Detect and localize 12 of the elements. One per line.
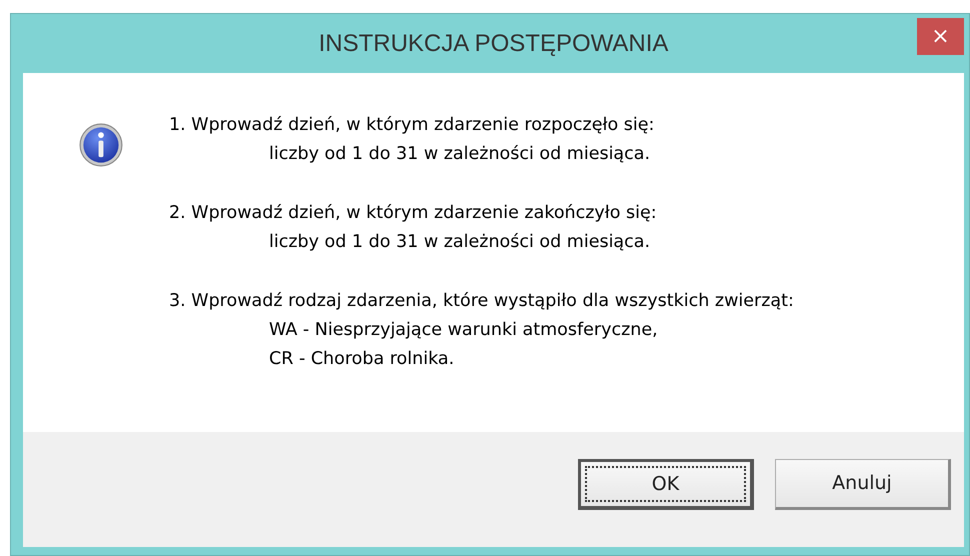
instruction-text: 2. Wprowadź dzień, w którym zdarzenie zakończyło się: xyxy=(169,202,658,224)
instruction-detail: WA - Niesprzyjające warunki atmosferyczne, xyxy=(268,318,659,342)
instruction-text: 3. Wprowadź rodzaj zdarzenia, które wystąpiło dla wszystkich zwierząt: xyxy=(169,290,794,312)
info-icon xyxy=(79,122,123,166)
instruction-detail: liczby od 1 do 31 w zależności od miesiąca. xyxy=(268,230,652,254)
close-button[interactable]: × xyxy=(917,18,964,55)
instruction-text: 1. Wprowadź dzień, w którym zdarzenie rozpoczęło się: xyxy=(169,114,656,136)
window-title: INSTRUKCJA POSTĘPOWANIA xyxy=(318,30,668,58)
ok-button[interactable]: OK xyxy=(578,458,754,510)
instruction-detail: liczby od 1 do 31 w zależności od miesiąca. xyxy=(268,142,652,166)
instruction-detail: CR - Choroba rolnika. xyxy=(268,348,456,370)
cancel-button[interactable]: Anuluj xyxy=(775,458,951,510)
